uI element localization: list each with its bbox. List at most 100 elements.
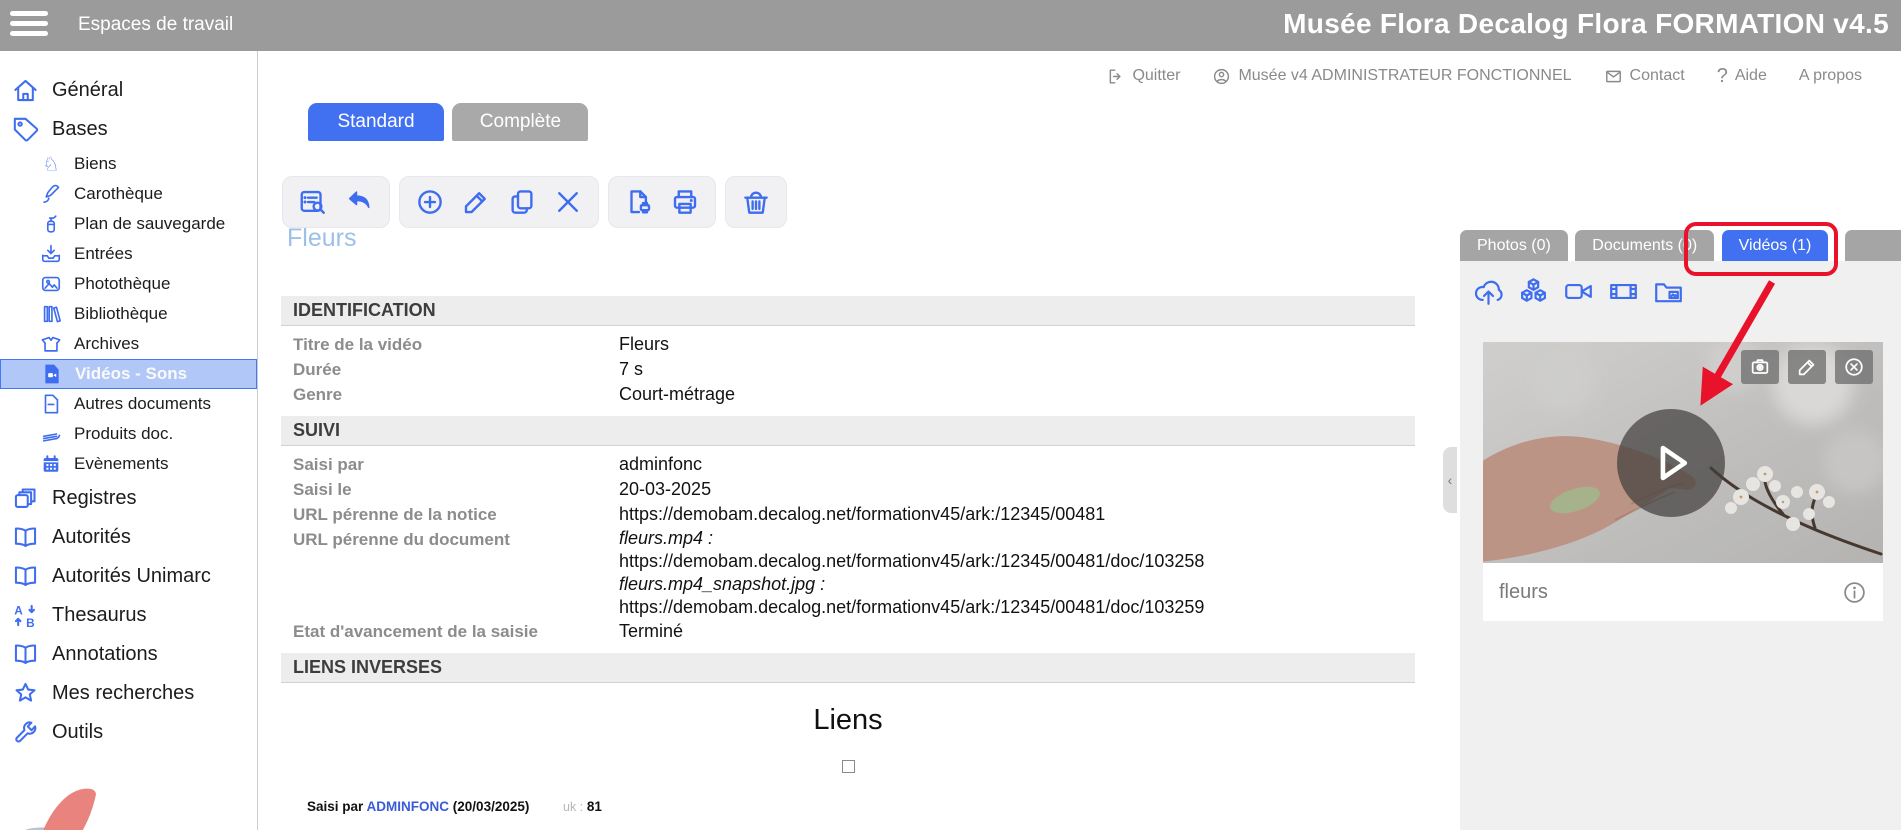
field-row: Etat d'avancement de la saisie Terminé: [281, 619, 1415, 644]
svg-text:A: A: [14, 603, 23, 617]
tab-photos[interactable]: Photos (0): [1460, 230, 1568, 261]
media-tab-strip-filler: [1845, 230, 1901, 261]
edit-icon[interactable]: [461, 187, 491, 217]
sidebar-item-autorites[interactable]: Autorités: [0, 518, 257, 557]
chevron-left-icon: ‹: [1447, 472, 1453, 488]
video-camera-icon[interactable]: [1563, 276, 1594, 307]
sidebar-item-entrees[interactable]: Entrées: [0, 239, 257, 269]
document-icon: [44, 394, 59, 414]
video-card: fleurs: [1483, 342, 1883, 621]
sidebar-item-produits-doc[interactable]: Produits doc.: [0, 419, 257, 449]
tab-documents[interactable]: Documents (0): [1575, 230, 1715, 261]
toolbar-group-edit: [399, 176, 599, 228]
sidebar-item-bibliotheque[interactable]: Bibliothèque: [0, 299, 257, 329]
list-search-icon[interactable]: [298, 187, 328, 217]
sidebar-item-mes-recherches[interactable]: Mes recherches: [0, 674, 257, 713]
copy-icon[interactable]: [507, 187, 537, 217]
star-icon: [15, 682, 36, 702]
undo-icon[interactable]: [344, 187, 374, 217]
document-url-link[interactable]: https://demobam.decalog.net/formationv45…: [619, 550, 1204, 573]
sidebar-item-videos-sons[interactable]: Vidéos - Sons: [0, 359, 257, 389]
info-icon[interactable]: [1842, 580, 1867, 605]
sidebar-item-archives[interactable]: Archives: [0, 329, 257, 359]
sidebar-item-biens[interactable]: ♘ Biens: [0, 149, 257, 179]
snapshot-button[interactable]: [1741, 350, 1779, 384]
workspace-label[interactable]: Espaces de travail: [78, 14, 233, 36]
remove-media-button[interactable]: [1835, 350, 1873, 384]
liens-footer: Saisi par ADMINFONC (20/03/2025): [307, 799, 529, 814]
open-book-icon: [14, 527, 37, 547]
folder-image-icon[interactable]: [1653, 276, 1684, 307]
contact-button[interactable]: Contact: [1604, 67, 1685, 86]
upload-cloud-icon[interactable]: [1473, 276, 1504, 307]
field-row: Durée 7 s: [281, 357, 1415, 382]
film-strip-icon[interactable]: [1608, 276, 1639, 307]
field-row: URL pérenne de la notice https://demobam…: [281, 502, 1415, 527]
play-button[interactable]: [1617, 409, 1725, 517]
field-label: Saisi le: [293, 480, 352, 499]
suivi-rows: Saisi par adminfonc Saisi le 20-03-2025 …: [281, 446, 1415, 653]
record-url-link[interactable]: https://demobam.decalog.net/formationv45…: [619, 502, 1105, 527]
sidebar-item-registres[interactable]: Registres: [0, 479, 257, 518]
field-value: 20-03-2025: [619, 479, 712, 499]
add-icon[interactable]: [415, 187, 445, 217]
apropos-button[interactable]: A propos: [1799, 67, 1862, 85]
sidebar-item-evenements[interactable]: Evènements: [0, 449, 257, 479]
apropos-label: A propos: [1798, 67, 1862, 84]
section-header-liens-inverses: LIENS INVERSES: [281, 653, 1415, 683]
sidebar: Général Bases ♘ Biens Carothèque Plan de…: [0, 51, 258, 830]
field-row: URL pérenne du document fleurs.mp4 : htt…: [281, 527, 1415, 619]
cubes-icon[interactable]: [1518, 276, 1549, 307]
aide-button[interactable]: ? Aide: [1717, 65, 1767, 88]
sidebar-item-autres-documents[interactable]: Autres documents: [0, 389, 257, 419]
sidebar-item-annotations[interactable]: Annotations: [0, 635, 257, 674]
document-urls: fleurs.mp4 : https://demobam.decalog.net…: [619, 527, 1204, 619]
saisi-par-user-link[interactable]: ADMINFONC: [367, 799, 450, 814]
menu-icon[interactable]: [10, 11, 48, 41]
liens-checkbox[interactable]: [842, 760, 855, 773]
wrench-icon: [15, 721, 37, 743]
contact-label: Contact: [1629, 67, 1685, 84]
tab-standard[interactable]: Standard: [308, 103, 444, 141]
field-value: Terminé: [619, 621, 684, 641]
field-label: Genre: [293, 385, 343, 404]
field-label: Titre de la vidéo: [293, 335, 423, 354]
thumbnail-buttons: [1741, 350, 1873, 384]
sidebar-item-bases[interactable]: Bases: [0, 110, 257, 149]
quitter-label: Quitter: [1132, 67, 1181, 84]
field-row: Titre de la vidéo Fleurs: [281, 332, 1415, 357]
toolbar-group-print: [608, 176, 716, 228]
field-row: Genre Court-métrage: [281, 382, 1415, 407]
panel-collapse-handle[interactable]: ‹: [1443, 447, 1457, 513]
quitter-button[interactable]: Quitter: [1106, 67, 1180, 86]
tab-complete[interactable]: Complète: [452, 103, 589, 141]
field-value: 7 s: [619, 359, 644, 379]
chess-knight-icon: ♘: [42, 153, 59, 175]
svg-text:B: B: [26, 616, 35, 629]
video-caption-bar: fleurs: [1483, 563, 1883, 621]
toolbar-group-basket: [725, 176, 787, 228]
sidebar-item-carotheque[interactable]: Carothèque: [0, 179, 257, 209]
sidebar-item-outils[interactable]: Outils: [0, 713, 257, 752]
user-menu[interactable]: Musée v4 ADMINISTRATEUR FONCTIONNEL: [1212, 67, 1572, 86]
field-label: URL pérenne du document: [293, 530, 510, 549]
video-thumbnail[interactable]: [1483, 342, 1883, 563]
delete-icon[interactable]: [553, 187, 583, 217]
sidebar-item-general[interactable]: Général: [0, 71, 257, 110]
open-book-icon: [14, 644, 37, 664]
document-url-link[interactable]: https://demobam.decalog.net/formationv45…: [619, 596, 1204, 619]
sidebar-item-plan-de-sauvegarde[interactable]: Plan de sauvegarde: [0, 209, 257, 239]
app-title: Musée Flora Decalog Flora FORMATION v4.5: [1283, 8, 1889, 39]
circle-x-icon: [1845, 358, 1863, 376]
uk-counter: uk : 81: [563, 799, 602, 814]
tab-videos[interactable]: Vidéos (1): [1721, 230, 1829, 261]
open-book-icon: [14, 566, 37, 586]
document-file-name: fleurs.mp4 :: [619, 528, 714, 548]
edit-media-button[interactable]: [1788, 350, 1826, 384]
printer-icon[interactable]: [670, 187, 700, 217]
basket-icon[interactable]: [741, 187, 771, 217]
sidebar-item-phototheque[interactable]: Photothèque: [0, 269, 257, 299]
sidebar-item-thesaurus[interactable]: AB Thesaurus: [0, 596, 257, 635]
sidebar-item-autorites-unimarc[interactable]: Autorités Unimarc: [0, 557, 257, 596]
print-document-icon[interactable]: [624, 187, 654, 217]
